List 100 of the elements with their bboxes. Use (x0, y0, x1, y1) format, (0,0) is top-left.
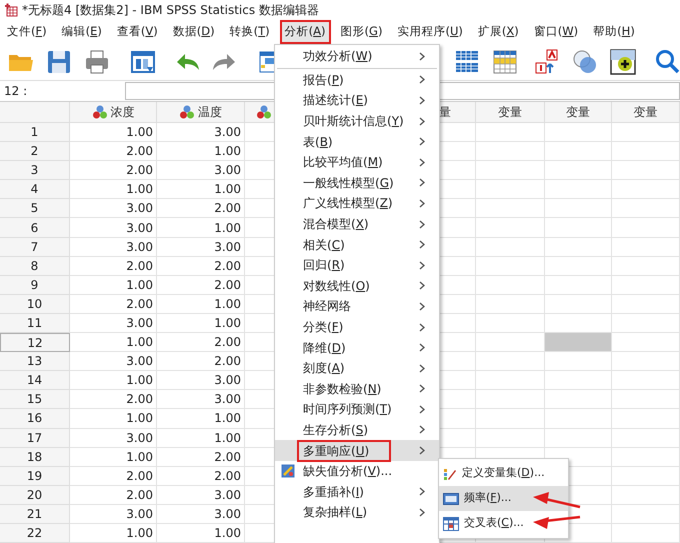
table-cell (612, 390, 680, 410)
menu-item[interactable]: 描述统计(E) (275, 90, 439, 111)
table-cell (476, 314, 545, 334)
add-icon[interactable] (608, 47, 638, 77)
menu-item[interactable]: 非参数检验(N) (275, 378, 439, 400)
row-number[interactable]: 5 (0, 199, 70, 218)
menu-item[interactable]: 缺失值分析(V)... (275, 460, 439, 482)
menu-item[interactable]: 多重插补(I) (275, 481, 439, 502)
table-cell (612, 218, 680, 238)
menu-item[interactable]: 神经网络 (275, 296, 439, 317)
column-header[interactable]: 温度 (157, 102, 245, 123)
row-number[interactable]: 2 (0, 142, 70, 162)
menu-item[interactable]: 复杂抽样(L) (275, 502, 439, 523)
menu-item[interactable]: 转换(T) (224, 20, 275, 44)
table-cell (612, 161, 680, 180)
menu-item[interactable]: 文件(F) (2, 20, 52, 44)
table-cell: 3.00 (157, 238, 245, 257)
menu-item[interactable]: 混合模型(X) (275, 214, 439, 234)
menu-item[interactable]: 数据(D) (168, 20, 220, 44)
table-cell (545, 199, 612, 218)
menu-item[interactable]: 多重响应(U) (275, 440, 439, 461)
row-number[interactable]: 22 (0, 524, 70, 543)
row-number[interactable]: 20 (0, 486, 70, 505)
column-header[interactable]: 浓度 (70, 102, 157, 123)
row-number[interactable]: 8 (0, 256, 70, 276)
row-number[interactable]: 3 (0, 161, 70, 180)
table-cell (476, 199, 545, 218)
row-number[interactable]: 19 (0, 466, 70, 486)
column-header[interactable]: 变量 (545, 102, 612, 123)
menu-item[interactable]: 交叉表(C)... (439, 511, 568, 536)
menu-item[interactable]: 功效分析(W) (275, 46, 439, 67)
menu-item[interactable]: 窗口(W) (528, 20, 584, 44)
menu-item[interactable]: 刻度(A) (275, 358, 439, 378)
row-number[interactable]: 6 (0, 218, 70, 238)
menu-item[interactable]: 帮助(H) (588, 20, 640, 44)
menu-item[interactable]: 一般线性模型(G) (275, 172, 439, 194)
menu-item[interactable]: 对数线性(O) (275, 276, 439, 296)
menu-item[interactable]: 表(B) (275, 131, 439, 152)
column-header[interactable]: 变量 (612, 102, 680, 123)
menu-item[interactable]: 编辑(E) (56, 20, 107, 44)
menu-item[interactable]: 贝叶斯统计信息(Y) (275, 110, 439, 132)
menu-item[interactable]: 实用程序(U) (392, 20, 468, 44)
chevron-right-icon (419, 425, 425, 434)
menu-item[interactable]: 图形(G) (336, 20, 388, 44)
table-cell: 2.00 (157, 276, 245, 295)
row-number[interactable]: 4 (0, 180, 70, 200)
chevron-right-icon (419, 75, 425, 84)
table-cell (545, 180, 612, 200)
chevron-right-icon (419, 240, 425, 250)
menu-item[interactable]: 比较平均值(M) (275, 152, 439, 173)
table-cell: 1.00 (157, 314, 245, 334)
frequency-icon (443, 492, 459, 506)
app-icon (4, 3, 18, 17)
row-number[interactable]: 13 (0, 352, 70, 372)
table-cell (612, 333, 680, 352)
row-number[interactable]: 15 (0, 390, 70, 410)
menu-item[interactable]: 生存分析(S) (275, 420, 439, 440)
row-number[interactable]: 17 (0, 428, 70, 448)
chevron-right-icon (419, 116, 425, 126)
column-header[interactable]: 变量 (476, 102, 545, 123)
row-number[interactable]: 7 (0, 238, 70, 257)
table-cell: 1.00 (157, 428, 245, 448)
row-number[interactable]: 11 (0, 314, 70, 334)
table-cell: 1.00 (70, 409, 157, 428)
table-cell (476, 409, 545, 428)
table-cell (612, 294, 680, 314)
row-number[interactable]: 14 (0, 371, 70, 390)
table-cell: 3.00 (70, 352, 157, 372)
table-cell (476, 371, 545, 390)
chevron-right-icon (419, 343, 425, 352)
menu-item[interactable]: 相关(C) (275, 234, 439, 255)
menu-item[interactable]: 报告(P) (275, 70, 439, 90)
row-number[interactable]: 16 (0, 409, 70, 428)
table-cell (612, 428, 680, 448)
menu-item[interactable]: 分类(F) (275, 316, 439, 338)
menu-item[interactable]: 时间序列预测(T) (275, 399, 439, 420)
menu-item[interactable]: 扩展(X) (472, 20, 524, 44)
table-cell (612, 199, 680, 218)
menu-item[interactable]: 回归(R) (275, 254, 439, 276)
menu-item[interactable]: 定义变量集(D)... (439, 461, 568, 486)
row-number[interactable]: 1 (0, 123, 70, 142)
menu-item[interactable]: 分析(A) (280, 20, 331, 44)
row-number[interactable]: 10 (0, 294, 70, 314)
table-cell: 3.00 (157, 504, 245, 524)
row-number[interactable]: 18 (0, 448, 70, 467)
menu-item[interactable]: 降维(D) (275, 337, 439, 358)
row-number[interactable]: 12 (0, 333, 70, 352)
row-number[interactable]: 9 (0, 276, 70, 295)
table-cell (476, 180, 545, 200)
table-cell (612, 276, 680, 295)
menu-item[interactable]: 频率(F)... (439, 486, 568, 511)
menu-item[interactable]: 查看(V) (112, 20, 163, 44)
variable-icon (256, 105, 272, 119)
table-cell (612, 352, 680, 372)
menu-item[interactable]: 广义线性模型(Z) (275, 193, 439, 214)
chevron-right-icon (419, 446, 425, 456)
table-cell: 3.00 (70, 218, 157, 238)
missing-value-icon (281, 464, 295, 478)
table-cell (612, 486, 680, 505)
row-number[interactable]: 21 (0, 504, 70, 524)
